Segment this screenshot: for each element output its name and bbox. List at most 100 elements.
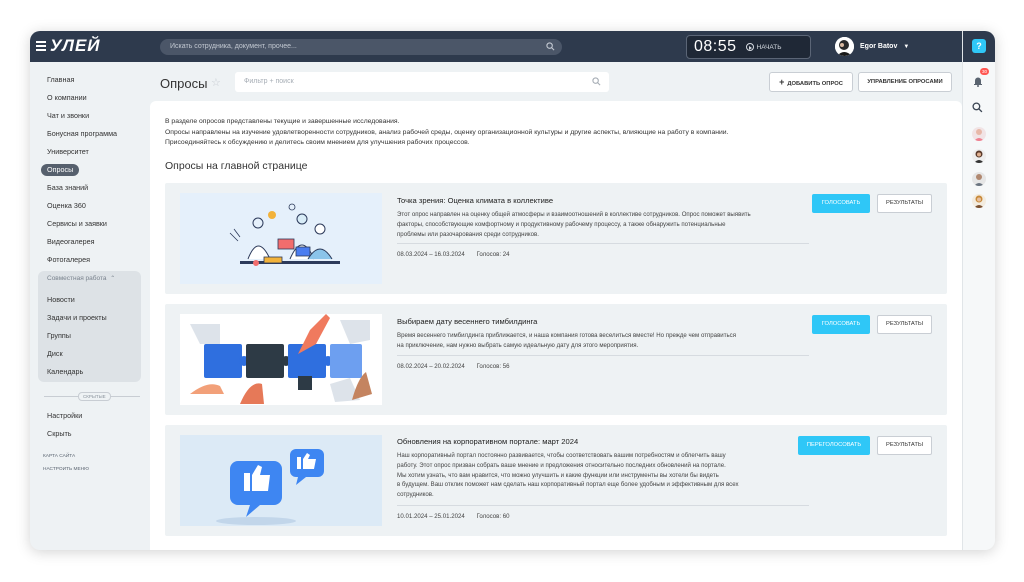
vote-button[interactable]: ГОЛОСОВАТЬ <box>812 315 870 334</box>
poll-description-line: Этот опрос направлен на оценку общей атм… <box>397 211 751 218</box>
poll-title[interactable]: Выбираем дату весеннего тимбилдинга <box>397 317 537 326</box>
filter-placeholder: Фильтр + поиск <box>244 78 294 85</box>
poll-dates: 08.03.2024 – 16.03.2024 <box>397 251 465 258</box>
poll-description-line: Наш корпоративный портал постоянно разви… <box>397 452 726 459</box>
poll-card: Обновления на корпоративном портале: мар… <box>165 425 947 536</box>
poll-description: Этот опрос направлен на оценку общей атм… <box>397 210 809 239</box>
poll-description-line: на приключение, нам нужно выбрать самую … <box>397 341 639 349</box>
clock: 08:55 <box>694 38 737 55</box>
right-rail: ? 30 <box>962 31 995 550</box>
search-icon <box>972 102 983 113</box>
sidebar-item-about[interactable]: О компании <box>47 92 87 104</box>
revote-button[interactable]: ПЕРЕГОЛОСОВАТЬ <box>798 436 870 455</box>
sidebar-item-polls[interactable]: Опросы <box>41 164 80 176</box>
sidebar-item-university[interactable]: Университет <box>47 146 89 158</box>
sidebar-item-home[interactable]: Главная <box>47 74 74 86</box>
global-search-placeholder: Искать сотрудника, документ, прочее... <box>170 43 297 50</box>
sidebar-item-services[interactable]: Сервисы и заявки <box>47 218 107 230</box>
sidebar-item-news[interactable]: Новости <box>47 294 75 306</box>
sidebar-item-groups[interactable]: Группы <box>47 330 71 342</box>
hidden-items-toggle[interactable]: СКРЫТЫЕ <box>44 392 140 401</box>
sidebar-item-knowledge[interactable]: База знаний <box>47 182 88 194</box>
play-icon <box>745 43 754 51</box>
results-button[interactable]: РЕЗУЛЬТАТЫ <box>877 436 932 455</box>
group-title: Совместная работа <box>47 275 107 282</box>
sidebar-item-360[interactable]: Оценка 360 <box>47 200 86 212</box>
section-title: Опросы на главной странице <box>165 160 308 172</box>
contact-avatar[interactable] <box>972 149 986 163</box>
poll-image-puzzle <box>180 314 382 405</box>
sidebar-item-tasks[interactable]: Задачи и проекты <box>47 312 107 324</box>
poll-description-line: Мы хотим узнать, что вам нравится, что м… <box>397 471 719 479</box>
sidebar-item-bonus[interactable]: Бонусная программа <box>47 128 117 140</box>
poll-meta: 08.03.2024 – 16.03.2024 Голосов: 24 <box>397 243 809 258</box>
sidebar-item-settings[interactable]: Настройки <box>47 410 82 422</box>
sitemap-link[interactable]: КАРТА САЙТА <box>43 454 75 459</box>
user-menu[interactable]: Egor Batov ▼ <box>835 37 909 56</box>
poll-description-line: сотрудников. <box>397 491 434 499</box>
results-button[interactable]: РЕЗУЛЬТАТЫ <box>877 194 932 213</box>
poll-description: Наш корпоративный портал постоянно разви… <box>397 451 809 500</box>
intro-line: Присоединяйтесь к обсуждению и делитесь … <box>165 139 470 147</box>
poll-image-likes <box>180 435 382 526</box>
add-poll-button[interactable]: + ДОБАВИТЬ ОПРОС <box>769 72 853 92</box>
star-icon[interactable]: ☆ <box>211 76 221 89</box>
start-workday-button[interactable]: НАЧАТЬ <box>745 43 781 51</box>
help-icon[interactable]: ? <box>972 39 986 53</box>
intro-line: Опросы направлены на изучение удовлетвор… <box>165 128 729 136</box>
notifications-badge: 30 <box>980 68 990 75</box>
filter-input[interactable]: Фильтр + поиск <box>235 72 609 92</box>
sidebar-item-calendar[interactable]: Календарь <box>47 366 83 378</box>
poll-description-line: в будущем. Ваш отклик поможет нам сделат… <box>397 481 739 489</box>
vote-button[interactable]: ГОЛОСОВАТЬ <box>812 194 870 213</box>
intro-text: В разделе опросов представлены текущие и… <box>165 117 728 149</box>
add-poll-label: ДОБАВИТЬ ОПРОС <box>787 81 843 87</box>
poll-votes: Голосов: 56 <box>476 363 510 370</box>
poll-votes: Голосов: 24 <box>476 251 510 258</box>
search-icon <box>546 42 555 51</box>
sidebar-item-video[interactable]: Видеогалерея <box>47 236 95 248</box>
plus-icon: + <box>779 77 785 87</box>
notifications-button[interactable]: 30 <box>972 68 990 88</box>
logo[interactable]: УЛЕЙ <box>50 36 101 56</box>
sidebar-item-disk[interactable]: Диск <box>47 348 63 360</box>
poll-dates: 10.01.2024 – 25.01.2024 <box>397 513 465 520</box>
poll-votes: Голосов: 60 <box>476 513 510 520</box>
page-title: Опросы <box>160 76 208 91</box>
poll-description-line: проблемы или разочарования среди сотрудн… <box>397 230 539 238</box>
poll-description-line: факторы, способствующие комфортному и пр… <box>397 220 726 228</box>
results-button[interactable]: РЕЗУЛЬТАТЫ <box>877 315 932 334</box>
top-bar: УЛЕЙ Искать сотрудника, документ, прочее… <box>30 31 962 62</box>
contact-avatar[interactable] <box>972 127 986 141</box>
manage-polls-button[interactable]: УПРАВЛЕНИЕ ОПРОСАМИ <box>858 72 952 92</box>
group-toggle[interactable]: Совместная работа ⌃ <box>47 275 115 282</box>
hidden-label: СКРЫТЫЕ <box>78 392 111 401</box>
menu-settings-link[interactable]: НАСТРОИТЬ МЕНЮ <box>43 467 89 472</box>
poll-meta: 08.02.2024 – 20.02.2024 Голосов: 56 <box>397 355 809 370</box>
intro-line: В разделе опросов представлены текущие и… <box>165 118 400 125</box>
poll-description-line: работу. Этот опрос призван собрать ваше … <box>397 461 726 469</box>
workday-widget: 08:55 НАЧАТЬ <box>686 35 811 59</box>
chevron-up-icon: ⌃ <box>110 276 116 282</box>
user-name: Egor Batov <box>860 43 898 50</box>
avatar <box>835 37 854 56</box>
poll-title[interactable]: Обновления на корпоративном портале: мар… <box>397 437 578 446</box>
sidebar-item-chat[interactable]: Чат и звонки <box>47 110 89 122</box>
sidebar: Главная О компании Чат и звонки Бонусная… <box>30 62 150 550</box>
poll-image-team <box>180 193 382 284</box>
sidebar-item-hide[interactable]: Скрыть <box>47 428 72 440</box>
sidebar-item-photo[interactable]: Фотогалерея <box>47 254 90 266</box>
bell-icon <box>974 77 982 87</box>
contact-avatar[interactable] <box>972 172 986 186</box>
poll-title[interactable]: Точка зрения: Оценка климата в коллектив… <box>397 196 553 205</box>
poll-meta: 10.01.2024 – 25.01.2024 Голосов: 60 <box>397 505 809 520</box>
main-content: В разделе опросов представлены текущие и… <box>150 101 962 550</box>
rail-search-button[interactable] <box>972 100 986 114</box>
menu-icon[interactable] <box>36 41 46 53</box>
global-search-input[interactable]: Искать сотрудника, документ, прочее... <box>160 39 562 55</box>
app-window: УЛЕЙ Искать сотрудника, документ, прочее… <box>30 31 995 550</box>
chevron-down-icon: ▼ <box>903 43 910 50</box>
search-icon <box>592 77 601 86</box>
poll-card: Выбираем дату весеннего тимбилдинга Врем… <box>165 304 947 415</box>
contact-avatar[interactable] <box>972 194 986 208</box>
